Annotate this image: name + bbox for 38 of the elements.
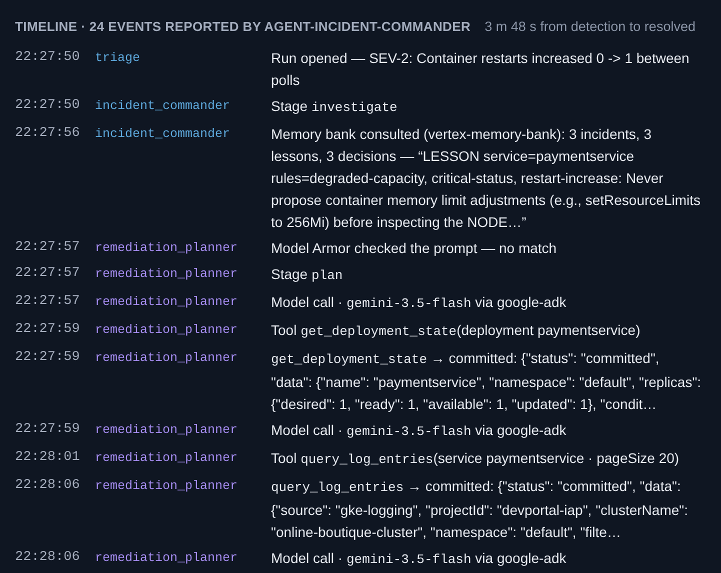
agent-name: remediation_planner xyxy=(95,322,239,340)
event-time: 22:27:57 xyxy=(15,265,81,284)
agent-name: incident_commander xyxy=(95,98,232,116)
agent-name: remediation_planner xyxy=(95,478,239,496)
event-time: 22:28:01 xyxy=(15,449,81,468)
event-time: 22:27:57 xyxy=(15,239,81,258)
event-message: Model call · gemini-3.5-flash via google-adk xyxy=(271,421,568,442)
event-time: 22:27:50 xyxy=(15,97,81,116)
agent-name: remediation_planner xyxy=(95,240,239,258)
event-message: Stage plan xyxy=(271,265,344,286)
event-message: Tool query_log_entries(service paymentservice · pageSize 20) xyxy=(271,449,680,470)
event-message: Memory bank consulted (vertex-memory-bank): 3 incidents, 3 lessons, 3 decisions — “LESSON service=paymentservice rules=degraded-capacity, critical-status, restart-increase: Never propose container memory limit adjustments (e.g., setResourceLimits to 256Mi) before inspecting the NODE…” xyxy=(271,125,702,232)
event-time: 22:27:50 xyxy=(15,49,81,68)
event-message: Model Armor checked the prompt — no match xyxy=(271,239,558,258)
event-message: Model call · gemini-3.5-flash via google-adk xyxy=(271,293,568,314)
agent-name: remediation_planner xyxy=(95,422,239,440)
event-time: 22:27:59 xyxy=(15,421,81,440)
event-time: 22:28:06 xyxy=(15,549,81,568)
event-message: Stage investigate xyxy=(271,97,398,118)
event-message: Run opened — SEV-2: Container restarts increased 0 -> 1 between polls xyxy=(271,49,690,90)
event-message: get_deployment_state → committed: {"status": "committed", "data": {"name": "paymentservice", "namespace": "default", "replicas": {"desired": 1, "ready": 1, "available": 1, "updated": 1}, "condit… xyxy=(271,349,702,414)
agent-name: incident_commander xyxy=(95,126,232,144)
event-time: 22:28:06 xyxy=(15,477,81,496)
event-message: Model call · gemini-3.5-flash via google-adk xyxy=(271,549,568,570)
agent-name: remediation_planner xyxy=(95,350,239,368)
agent-name: remediation_planner xyxy=(95,294,239,312)
event-time: 22:27:59 xyxy=(15,349,81,368)
agent-name: remediation_planner xyxy=(95,550,239,568)
event-time: 22:27:57 xyxy=(15,293,81,312)
duration-text: 3 m 48 s from detection to resolved xyxy=(484,18,696,36)
event-message: Tool get_deployment_state(deployment paymentservice) xyxy=(271,321,642,342)
agent-name: triage xyxy=(95,50,142,68)
agent-name: remediation_planner xyxy=(95,266,239,284)
event-time: 22:27:56 xyxy=(15,125,81,144)
event-time: 22:27:59 xyxy=(15,321,81,340)
event-message: query_log_entries → committed: {"status": "committed", "data": {"source": "gke-logging", "projectId": "devportal-iap", "clusterName": "online-boutique-cluster", "namespace": "default", "filte… xyxy=(271,477,689,542)
agent-name: remediation_planner xyxy=(95,450,239,468)
timeline-title: TIMELINE · 24 EVENTS REPORTED BY AGENT-INCIDENT-COMMANDER xyxy=(15,18,471,36)
